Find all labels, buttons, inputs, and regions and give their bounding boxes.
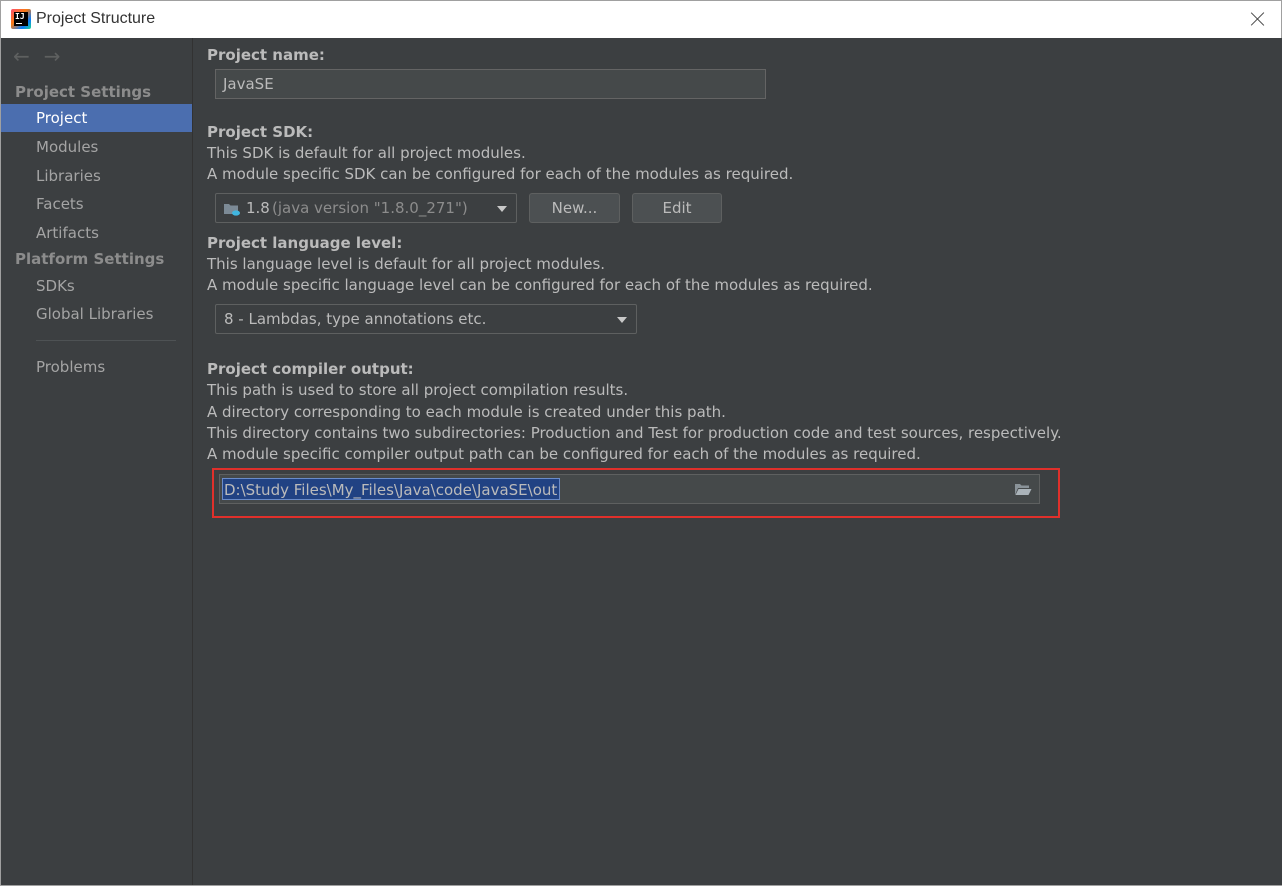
sidebar-item-problems[interactable]: Problems: [1, 353, 192, 381]
sdk-version-detail: (java version "1.8.0_271"): [272, 199, 468, 217]
sidebar-item-global-libraries[interactable]: Global Libraries: [1, 300, 192, 328]
window-title: Project Structure: [36, 10, 156, 27]
sidebar-item-facets[interactable]: Facets: [1, 190, 192, 218]
compiler-output-path-input[interactable]: D:\Study Files\My_Files\Java\code\JavaSE…: [219, 474, 1040, 504]
navigation-arrows: ← →: [13, 46, 61, 66]
project-sdk-dropdown[interactable]: 1.8 (java version "1.8.0_271"): [215, 193, 517, 223]
project-settings-panel: Project name: JavaSE Project SDK: This S…: [194, 38, 1282, 885]
project-structure-dialog: IJ Project Structure ← → Project Setting…: [0, 0, 1282, 886]
project-settings-header: Project Settings: [15, 83, 152, 101]
back-arrow-icon[interactable]: ←: [13, 46, 30, 66]
language-level-dropdown[interactable]: 8 - Lambdas, type annotations etc.: [215, 304, 637, 334]
compiler-output-desc-3: This directory contains two subdirectori…: [207, 424, 1062, 442]
sidebar: ← → Project Settings Project Modules Lib…: [1, 38, 193, 885]
sidebar-item-artifacts[interactable]: Artifacts: [1, 219, 192, 247]
project-sdk-label: Project SDK:: [207, 123, 314, 141]
edit-sdk-button[interactable]: Edit: [632, 193, 722, 223]
compiler-output-label: Project compiler output:: [207, 360, 414, 378]
chevron-down-icon: [617, 317, 627, 323]
close-button[interactable]: [1249, 10, 1267, 28]
project-sdk-desc-2: A module specific SDK can be configured …: [207, 165, 794, 183]
language-level-value: 8 - Lambdas, type annotations etc.: [224, 310, 487, 328]
folder-open-icon[interactable]: [1014, 483, 1032, 496]
new-sdk-button[interactable]: New...: [529, 193, 620, 223]
sdk-folder-icon: [224, 204, 240, 216]
compiler-output-desc-4: A module specific compiler output path c…: [207, 445, 921, 463]
project-name-label: Project name:: [207, 46, 325, 64]
sidebar-divider: [36, 340, 176, 341]
sidebar-item-modules[interactable]: Modules: [1, 133, 192, 161]
sidebar-item-project[interactable]: Project: [1, 104, 192, 132]
compiler-output-path-text: D:\Study Files\My_Files\Java\code\JavaSE…: [222, 478, 561, 500]
language-level-label: Project language level:: [207, 234, 403, 252]
compiler-output-desc-2: A directory corresponding to each module…: [207, 403, 726, 421]
chevron-down-icon: [497, 206, 507, 212]
language-level-desc-2: A module specific language level can be …: [207, 276, 873, 294]
project-sdk-desc-1: This SDK is default for all project modu…: [207, 144, 526, 162]
project-name-input[interactable]: JavaSE: [215, 69, 766, 99]
compiler-output-desc-1: This path is used to store all project c…: [207, 381, 629, 399]
sdk-version: 1.8: [246, 199, 270, 217]
platform-settings-header: Platform Settings: [15, 250, 165, 268]
title-bar: IJ Project Structure: [1, 1, 1281, 38]
sidebar-item-libraries[interactable]: Libraries: [1, 162, 192, 190]
intellij-idea-icon: IJ: [11, 9, 31, 29]
forward-arrow-icon[interactable]: →: [44, 46, 61, 66]
sidebar-item-sdks[interactable]: SDKs: [1, 272, 192, 300]
language-level-desc-1: This language level is default for all p…: [207, 255, 606, 273]
